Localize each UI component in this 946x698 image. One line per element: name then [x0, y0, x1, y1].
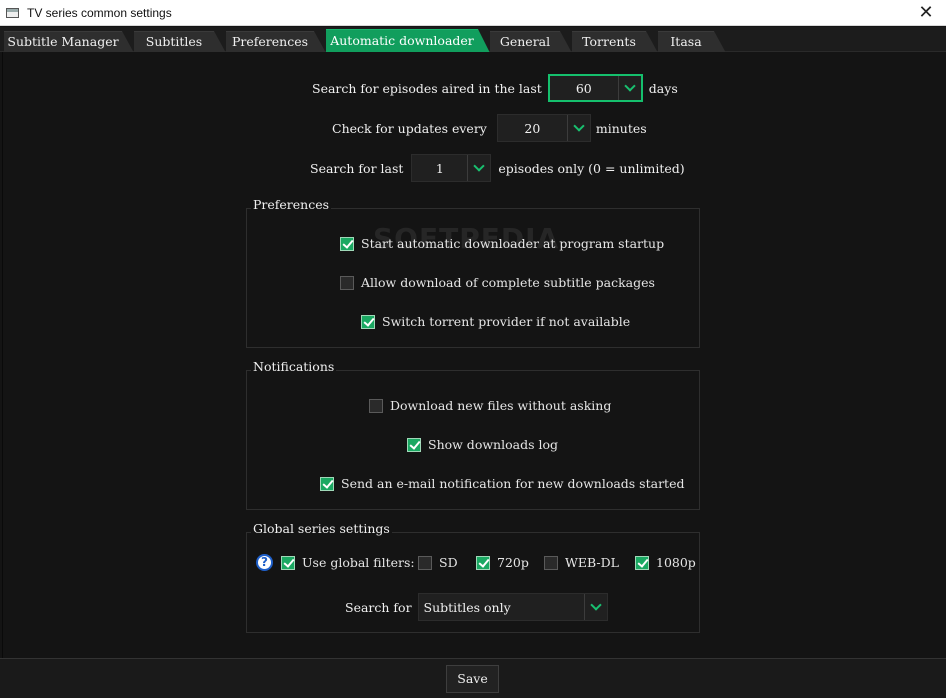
tab-general[interactable]: General [490, 31, 572, 53]
tab-itasa[interactable]: Itasa [658, 31, 726, 53]
filter-1080p-checkbox[interactable]: 1080p [635, 555, 696, 570]
last-episodes-combo[interactable]: 1 [411, 154, 492, 182]
search-for-combo[interactable]: Subtitles only [417, 593, 608, 621]
tab-subtitles[interactable]: Subtitles [134, 31, 226, 53]
checkbox-unchecked-icon[interactable] [369, 398, 383, 413]
chevron-down-icon[interactable] [568, 115, 590, 141]
switch-provider-checkbox[interactable]: Switch torrent provider if not available [361, 314, 630, 329]
checkbox-unchecked-icon[interactable] [418, 555, 432, 570]
download-without-asking-checkbox[interactable]: Download new files without asking [369, 398, 611, 413]
updates-label: Check for updates every [332, 120, 487, 136]
chevron-down-icon[interactable] [585, 594, 607, 620]
checkbox-unchecked-icon[interactable] [340, 275, 354, 290]
preferences-title: Preferences [251, 197, 332, 212]
filter-720p-checkbox[interactable]: 720p [476, 555, 529, 570]
updates-minutes-value: 20 [524, 120, 541, 136]
aired-row: Search for episodes aired in the last 60… [312, 74, 678, 102]
tab-preferences[interactable]: Preferences [226, 31, 326, 53]
checkbox-checked-icon[interactable] [320, 476, 334, 491]
aired-label: Search for episodes aired in the last [312, 80, 542, 96]
checkbox-checked-icon[interactable] [476, 555, 490, 570]
notifications-group: Notifications Download new files without… [246, 359, 700, 510]
tab-strip: Subtitle Manager Subtitles Preferences A… [0, 27, 946, 53]
footer-bar: Save [0, 658, 946, 698]
last-unit: episodes only (0 = unlimited) [498, 160, 685, 176]
email-notification-checkbox[interactable]: Send an e-mail notification for new down… [320, 476, 684, 491]
window-title: TV series common settings [27, 6, 172, 20]
search-for-value: Subtitles only [423, 599, 511, 615]
checkbox-unchecked-icon[interactable] [544, 555, 558, 570]
settings-panel: SOFTPEDIA Search for episodes aired in t… [2, 52, 944, 658]
chevron-down-icon[interactable] [468, 155, 490, 181]
last-label: Search for last [310, 160, 404, 176]
filter-sd-checkbox[interactable]: SD [418, 555, 458, 570]
checkbox-checked-icon[interactable] [340, 236, 354, 251]
allow-packages-checkbox[interactable]: Allow download of complete subtitle pack… [340, 275, 655, 290]
checkbox-checked-icon[interactable] [407, 437, 421, 452]
tab-subtitle-manager[interactable]: Subtitle Manager [4, 31, 134, 53]
show-downloads-log-checkbox[interactable]: Show downloads log [407, 437, 558, 452]
aired-unit: days [648, 80, 678, 96]
updates-row: Check for updates every 20 minutes [332, 114, 647, 142]
search-for-row: Search for Subtitles only [345, 593, 608, 621]
help-icon[interactable]: ? [256, 554, 273, 571]
tab-torrents[interactable]: Torrents [572, 31, 658, 53]
start-at-startup-checkbox[interactable]: Start automatic downloader at program st… [340, 236, 664, 251]
last-episodes-value: 1 [435, 160, 444, 176]
updates-unit: minutes [595, 120, 647, 136]
aired-days-combo[interactable]: 60 [547, 74, 643, 102]
checkbox-checked-icon[interactable] [281, 555, 295, 570]
tab-automatic-downloader[interactable]: Automatic downloader [326, 29, 490, 53]
search-for-label: Search for [345, 599, 412, 615]
filter-webdl-checkbox[interactable]: WEB-DL [544, 555, 619, 570]
notifications-title: Notifications [251, 359, 337, 374]
global-settings-title: Global series settings [251, 521, 392, 536]
use-global-filters-checkbox[interactable]: Use global filters: [281, 555, 415, 570]
app-icon [6, 8, 19, 18]
checkbox-checked-icon[interactable] [635, 555, 649, 570]
global-settings-group: Global series settings ? Use global filt… [246, 521, 700, 633]
last-episodes-row: Search for last 1 episodes only (0 = unl… [310, 154, 685, 182]
checkbox-checked-icon[interactable] [361, 314, 375, 329]
updates-minutes-combo[interactable]: 20 [496, 114, 591, 142]
preferences-group: Preferences Start automatic downloader a… [246, 197, 700, 348]
close-icon[interactable]: ✕ [906, 0, 946, 26]
title-bar: TV series common settings ✕ [0, 0, 946, 26]
aired-days-value: 60 [575, 80, 592, 96]
chevron-down-icon[interactable] [619, 76, 641, 100]
save-button[interactable]: Save [446, 665, 499, 693]
